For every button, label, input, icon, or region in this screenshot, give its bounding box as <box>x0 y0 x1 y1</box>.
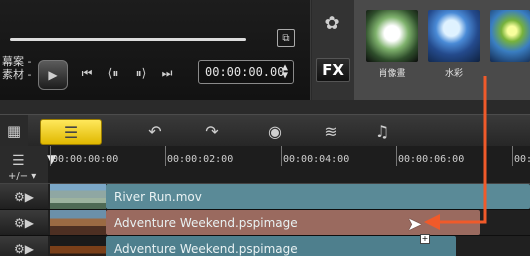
library-thumbnail-label: 水彩 <box>444 69 463 79</box>
ruler-tick-label: 00:00:00:00 <box>52 154 119 165</box>
clip-mode-label[interactable]: 素材 - <box>2 68 31 81</box>
skip-to-end-icon[interactable]: ⏭ <box>160 66 174 80</box>
tick-line <box>512 146 513 166</box>
track-header-icon[interactable]: ⚙▶ <box>0 184 48 209</box>
skip-to-start-icon[interactable]: ⏮ <box>80 66 94 80</box>
timeline-icon[interactable]: ☰ <box>40 119 102 145</box>
library-thumbnail[interactable] <box>490 10 530 62</box>
preview-player: ⧉ 幕案 - 素材 - ▶ ⏮ ⟨⏸ ⏸⟩ ⏭ 00:00:00.00 ▲ ▼ <box>0 0 311 100</box>
tick-line <box>165 146 166 166</box>
step-back-icon[interactable]: ⟨⏸ <box>106 66 120 80</box>
library-tabs: ✿ FX <box>312 0 354 100</box>
track-header-icon[interactable]: ⚙▶ <box>0 210 48 235</box>
scrub-bar[interactable] <box>10 38 246 41</box>
play-icon: ▶ <box>48 68 58 82</box>
storyboard-icon[interactable]: ▦ <box>0 115 28 147</box>
timeline-clip[interactable]: River Run.mov <box>106 184 530 209</box>
ruler-tick-label: 00:00:06:00 <box>398 154 465 165</box>
library-thumbnail[interactable] <box>366 10 418 62</box>
library-thumbnail[interactable] <box>428 10 480 62</box>
drag-plus-icon: + <box>420 234 430 244</box>
auto-music-icon[interactable]: ♫ <box>369 120 395 142</box>
clip-name: Adventure Weekend.pspimage <box>114 241 298 256</box>
clip-name: Adventure Weekend.pspimage <box>114 215 298 230</box>
library-thumbnail-label: 肖像畫 <box>378 69 406 79</box>
tick-line <box>50 146 51 166</box>
ruler-tick-label: 00:00:04:00 <box>283 154 350 165</box>
record-capture-icon[interactable]: ◉ <box>262 120 288 142</box>
mode-labels: 幕案 - 素材 - <box>2 55 31 81</box>
gear-icon[interactable]: ✿ <box>319 12 345 34</box>
track-header-icon[interactable]: ⚙▶ <box>0 236 48 256</box>
overlay-track[interactable]: ⚙▶ Adventure Weekend.pspimage <box>0 236 530 256</box>
clip-thumbnail <box>50 184 107 209</box>
fx-label: FX <box>322 61 344 79</box>
timeline-clip[interactable]: Adventure Weekend.pspimage <box>106 236 456 256</box>
play-button[interactable]: ▶ <box>38 60 68 90</box>
ruler-tick-label: 00:00:02:00 <box>167 154 234 165</box>
project-mode-label[interactable]: 幕案 - <box>2 55 31 68</box>
tick-line <box>396 146 397 166</box>
undo-icon[interactable]: ↶ <box>142 120 168 142</box>
clip-name: River Run.mov <box>114 189 202 204</box>
library-panel: ✿ FX 肖像畫 水彩 <box>312 0 530 100</box>
tick-line <box>281 146 282 166</box>
ruler-side-panel: ☰ +/− ▾ <box>0 146 48 183</box>
track-manager-icon[interactable]: ☰ <box>12 153 25 169</box>
timeline-toolbar: ▦ ☰ ↶ ↷ ◉ ≋ ♫ <box>0 114 530 148</box>
timeline-clip[interactable]: Adventure Weekend.pspimage <box>106 210 480 235</box>
zoom-control[interactable]: +/− ▾ <box>8 171 36 182</box>
overlay-track[interactable]: ⚙▶ Adventure Weekend.pspimage <box>0 210 530 236</box>
step-forward-icon[interactable]: ⏸⟩ <box>134 66 148 80</box>
timeline-ruler[interactable]: ☰ +/− ▾ ▼ 00:00:00:00 00:00:02:00 00:00:… <box>0 146 530 184</box>
redo-icon[interactable]: ↷ <box>199 120 225 142</box>
fit-window-icon[interactable]: ⧉ <box>277 29 295 47</box>
editor-window: ⧉ 幕案 - 素材 - ▶ ⏮ ⟨⏸ ⏸⟩ ⏭ 00:00:00.00 ▲ ▼ ✿… <box>0 0 530 256</box>
timecode-field[interactable]: 00:00:00.00 ▲ ▼ <box>198 60 294 84</box>
clip-thumbnail <box>50 210 107 235</box>
timecode-value: 00:00:00.00 <box>205 65 285 79</box>
video-track[interactable]: ⚙▶ River Run.mov <box>0 184 530 210</box>
fx-tab[interactable]: FX <box>316 58 350 82</box>
ruler-tick-label: 00: <box>514 154 530 165</box>
audio-mixer-icon[interactable]: ≋ <box>318 120 344 142</box>
timecode-stepper[interactable]: ▲ ▼ <box>280 63 290 81</box>
mouse-cursor-icon: ➤ <box>407 214 423 235</box>
clip-thumbnail <box>50 236 107 256</box>
